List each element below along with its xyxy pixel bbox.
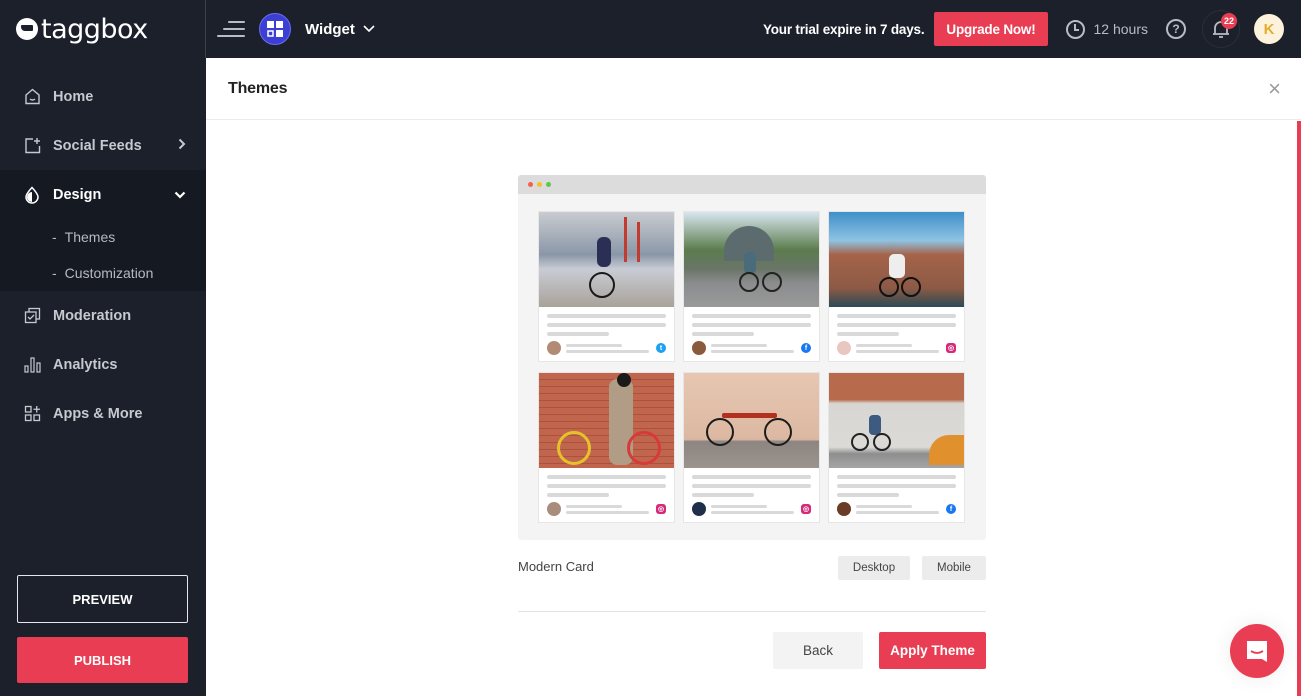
widget-icon[interactable]: [259, 13, 291, 45]
time-left-label: 12 hours: [1093, 21, 1148, 37]
chat-icon: [1247, 641, 1267, 662]
logo-icon: [16, 18, 38, 40]
widget-selector[interactable]: Widget: [305, 21, 355, 38]
window-dot-icon: [546, 182, 551, 187]
sidebar: Home Social Feeds Design - Themes - Cust…: [0, 58, 206, 696]
sidebar-subitem-customization[interactable]: - Customization: [0, 255, 206, 291]
sidebar-subitem-label: Customization: [64, 265, 154, 281]
notifications-button[interactable]: 22: [1202, 10, 1240, 48]
twitter-icon: t: [656, 343, 666, 353]
instagram-icon: ◎: [801, 504, 811, 514]
post-image: [539, 373, 674, 468]
user-avatar[interactable]: K: [1254, 14, 1284, 44]
post-card: ◎: [828, 211, 965, 362]
post-image: [829, 212, 964, 307]
facebook-icon: f: [801, 343, 811, 353]
add-feed-icon: [23, 137, 41, 155]
theme-preview: t f ◎ ◎ ◎ f: [518, 175, 986, 540]
design-group: Design - Themes - Customization: [0, 170, 206, 291]
panel-header: Themes: [206, 58, 1301, 120]
time-remaining: 12 hours: [1065, 19, 1148, 39]
drop-icon: [23, 185, 41, 204]
author-avatar: [837, 502, 851, 516]
dash-bullet: -: [52, 229, 57, 245]
author-avatar: [837, 341, 851, 355]
notification-badge: 22: [1221, 13, 1237, 29]
menu-toggle-icon[interactable]: [217, 18, 245, 40]
chat-launcher-button[interactable]: [1230, 624, 1284, 678]
facebook-icon: f: [946, 504, 956, 514]
post-card: f: [683, 211, 820, 362]
home-icon: [23, 88, 41, 106]
page-title: Themes: [228, 79, 288, 97]
sidebar-item-home[interactable]: Home: [0, 72, 206, 121]
sidebar-item-label: Analytics: [53, 356, 118, 373]
post-image: [684, 212, 819, 307]
author-avatar: [692, 341, 706, 355]
sidebar-item-analytics[interactable]: Analytics: [0, 340, 206, 389]
post-card: f: [828, 372, 965, 523]
window-dot-icon: [528, 182, 533, 187]
sidebar-item-label: Home: [53, 88, 94, 105]
chevron-right-icon: [178, 138, 186, 153]
logo-text: taggbox: [41, 13, 148, 45]
chevron-down-icon: [174, 187, 186, 202]
post-image: [539, 212, 674, 307]
author-avatar: [692, 502, 706, 516]
apps-icon: [23, 405, 41, 423]
author-avatar: [547, 502, 561, 516]
sidebar-item-apps-more[interactable]: Apps & More: [0, 389, 206, 438]
sidebar-subitem-themes[interactable]: - Themes: [0, 219, 206, 255]
dash-bullet: -: [52, 265, 57, 281]
mobile-view-button[interactable]: Mobile: [922, 556, 986, 580]
apply-theme-button[interactable]: Apply Theme: [879, 632, 986, 669]
sidebar-item-label: Design: [53, 186, 102, 203]
trial-notice: Your trial expire in 7 days.: [762, 21, 925, 37]
taggbox-logo[interactable]: taggbox: [0, 0, 206, 58]
themes-panel: Themes × t f ◎ ◎ ◎ f Modern Card Desktop…: [206, 58, 1301, 696]
sidebar-item-social-feeds[interactable]: Social Feeds: [0, 121, 206, 170]
upgrade-button[interactable]: Upgrade Now!: [934, 12, 1048, 46]
moderation-icon: [23, 307, 41, 325]
sidebar-subitem-label: Themes: [64, 229, 116, 245]
instagram-icon: ◎: [946, 343, 956, 353]
card-grid: t f ◎ ◎ ◎ f: [538, 211, 965, 523]
sidebar-item-label: Social Feeds: [53, 137, 142, 154]
top-bar: taggbox Widget Your trial expire in 7 da…: [0, 0, 1301, 58]
sidebar-item-label: Moderation: [53, 307, 132, 324]
analytics-icon: [23, 356, 41, 374]
instagram-icon: ◎: [656, 504, 666, 514]
theme-name: Modern Card: [518, 559, 594, 574]
clock-icon: [1065, 19, 1085, 39]
preview-button[interactable]: PREVIEW: [17, 575, 188, 623]
help-icon[interactable]: ?: [1166, 19, 1186, 39]
post-image: [829, 373, 964, 468]
sidebar-item-design[interactable]: Design: [0, 170, 206, 219]
divider: [518, 611, 986, 612]
close-icon[interactable]: ×: [1268, 78, 1281, 100]
chevron-down-icon[interactable]: [363, 22, 375, 36]
browser-bar: [518, 175, 986, 194]
post-card: t: [538, 211, 675, 362]
window-dot-icon: [537, 182, 542, 187]
post-card: ◎: [538, 372, 675, 523]
scrollbar[interactable]: [1297, 121, 1301, 696]
back-button[interactable]: Back: [773, 632, 863, 669]
author-avatar: [547, 341, 561, 355]
desktop-view-button[interactable]: Desktop: [838, 556, 910, 580]
sidebar-item-label: Apps & More: [53, 405, 143, 422]
post-card: ◎: [683, 372, 820, 523]
publish-button[interactable]: PUBLISH: [17, 637, 188, 683]
post-image: [684, 373, 819, 468]
sidebar-item-moderation[interactable]: Moderation: [0, 291, 206, 340]
